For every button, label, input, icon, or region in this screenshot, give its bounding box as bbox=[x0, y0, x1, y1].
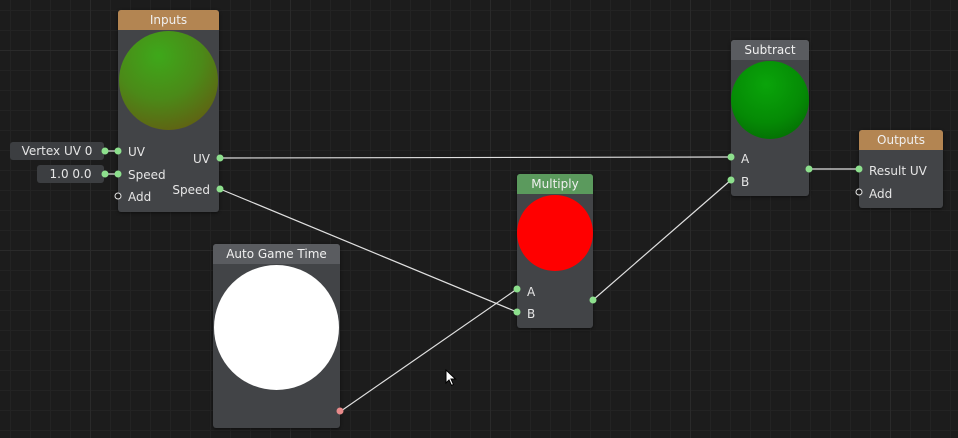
speed-constant-value: 1.0 0.0 bbox=[49, 167, 92, 181]
subtract-pin-a-in-label: A bbox=[741, 152, 750, 166]
inputs-pin-add-in[interactable] bbox=[114, 192, 122, 200]
inputs-node-title[interactable]: Inputs bbox=[118, 10, 219, 30]
wire-multiply-to-subtract-b[interactable] bbox=[592, 179, 732, 301]
multiply-pin-out[interactable] bbox=[589, 296, 597, 304]
subtract-pin-a-in[interactable] bbox=[727, 153, 735, 161]
outputs-pin-result-uv-in[interactable] bbox=[855, 165, 863, 173]
multiply-pin-a-in-label: A bbox=[527, 285, 536, 299]
multiply-pin-b-in-label: B bbox=[527, 307, 536, 321]
inputs-pin-uv-in[interactable] bbox=[114, 147, 122, 155]
multiply-node[interactable]: Multiply A B bbox=[513, 174, 597, 328]
outputs-node-title[interactable]: Outputs bbox=[859, 130, 943, 150]
arrow-cursor-icon bbox=[445, 369, 457, 387]
inputs-pin-speed-in[interactable] bbox=[114, 170, 122, 178]
outputs-pin-add-label: Add bbox=[869, 187, 893, 201]
wire-inputs-uv-to-subtract-a[interactable] bbox=[219, 156, 732, 159]
uv-constant-box[interactable]: Vertex UV 0 bbox=[10, 142, 104, 160]
auto-game-time-node-title[interactable]: Auto Game Time bbox=[213, 244, 340, 264]
auto-game-time-preview-sphere bbox=[214, 265, 339, 390]
wire-gametime-to-multiply-a[interactable] bbox=[340, 288, 518, 412]
multiply-pin-b-in[interactable] bbox=[513, 308, 521, 316]
inputs-pin-speed-out-label: Speed bbox=[172, 183, 210, 197]
inputs-pin-uv-out-label: UV bbox=[193, 152, 210, 166]
inputs-pin-speed-in-label: Speed bbox=[128, 168, 166, 182]
outputs-pin-add-in[interactable] bbox=[855, 188, 863, 196]
subtract-preview-sphere bbox=[731, 61, 809, 139]
subtract-pin-b-in-label: B bbox=[741, 175, 750, 189]
uv-constant-pin[interactable] bbox=[101, 147, 109, 155]
outputs-node[interactable]: Outputs Result UV Add bbox=[855, 130, 943, 208]
subtract-pin-out[interactable] bbox=[805, 165, 813, 173]
speed-constant-pin[interactable] bbox=[101, 170, 109, 178]
auto-game-time-pin-out[interactable] bbox=[336, 407, 344, 415]
auto-game-time-node[interactable]: Auto Game Time bbox=[213, 244, 344, 428]
subtract-pin-b-in[interactable] bbox=[727, 176, 735, 184]
subtract-node[interactable]: Subtract A B bbox=[727, 40, 813, 196]
inputs-node[interactable]: Inputs UV Speed Add UV Speed bbox=[114, 10, 224, 212]
inputs-pin-uv-in-label: UV bbox=[128, 145, 145, 159]
inputs-pin-uv-out[interactable] bbox=[216, 154, 224, 162]
multiply-node-title[interactable]: Multiply bbox=[517, 174, 593, 194]
speed-constant-box[interactable]: 1.0 0.0 bbox=[37, 165, 104, 183]
multiply-preview-sphere bbox=[517, 195, 593, 271]
subtract-node-title[interactable]: Subtract bbox=[731, 40, 809, 60]
inputs-pin-speed-out[interactable] bbox=[216, 185, 224, 193]
inputs-pin-add-in-label: Add bbox=[128, 190, 152, 204]
inputs-preview-sphere bbox=[119, 31, 218, 130]
multiply-pin-a-in[interactable] bbox=[513, 285, 521, 293]
uv-constant-value: Vertex UV 0 bbox=[21, 144, 93, 158]
outputs-pin-result-uv-label: Result UV bbox=[869, 164, 927, 178]
